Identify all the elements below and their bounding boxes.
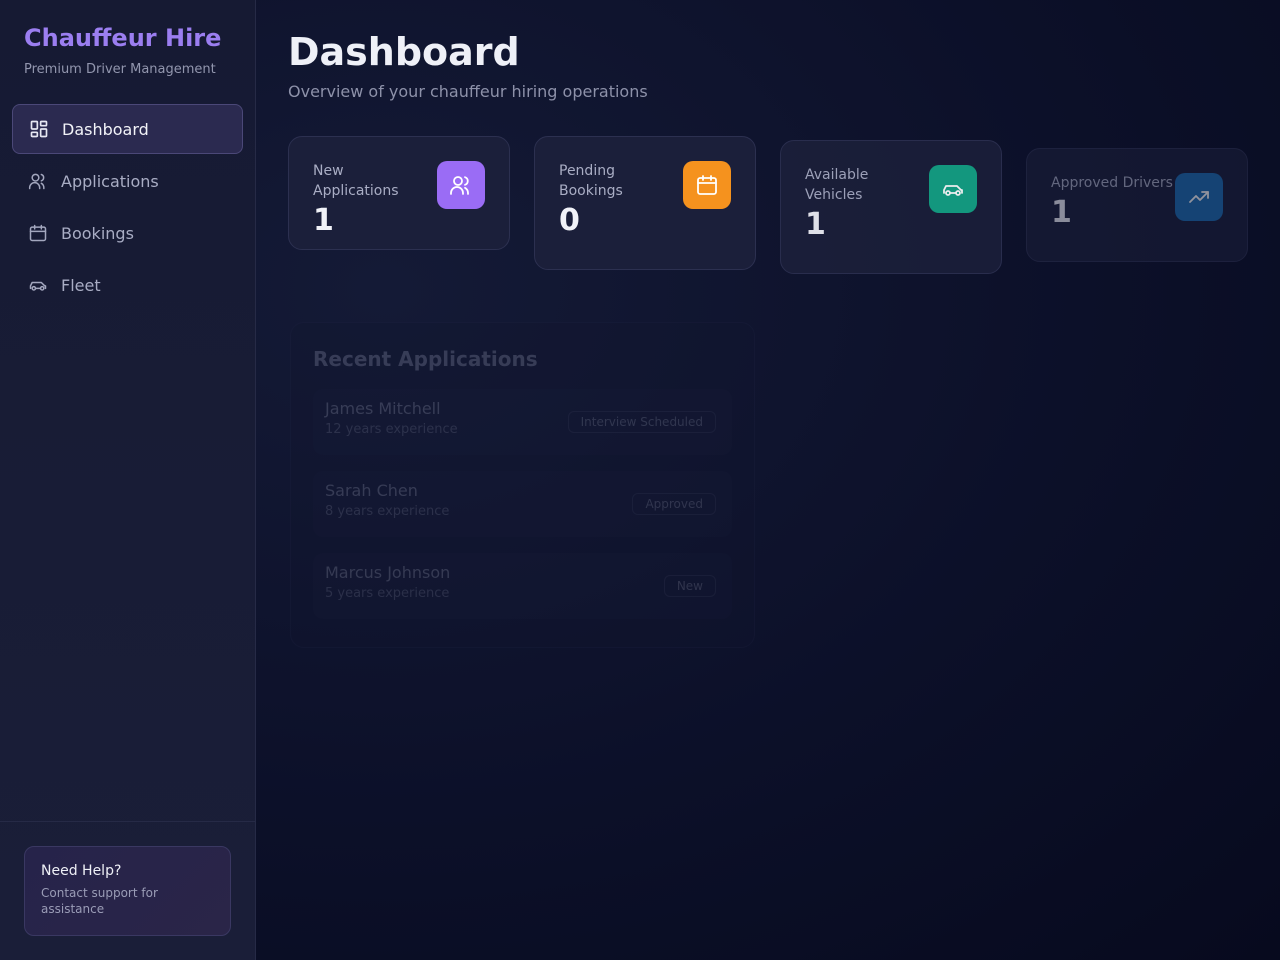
sidebar-item-label: Bookings: [61, 223, 134, 243]
stat-label: Available Vehicles: [805, 167, 869, 203]
users-icon: [28, 171, 48, 191]
sidebar-item-fleet[interactable]: Fleet: [12, 260, 243, 310]
sidebar-nav: Dashboard Applications Bookings Fleet: [12, 104, 243, 312]
list-item[interactable]: Marcus Johnson 5 years experience New: [313, 553, 732, 619]
sidebar-item-label: Applications: [61, 171, 159, 191]
stat-label: Approved Drivers: [1051, 175, 1173, 191]
help-title: Need Help?: [41, 863, 122, 879]
calendar-icon: [683, 161, 731, 209]
status-badge: Interview Scheduled: [567, 411, 716, 433]
sidebar: Chauffeur Hire Premium Driver Management…: [0, 0, 256, 960]
list-item[interactable]: James Mitchell 12 years experience Inter…: [313, 389, 732, 455]
stat-label: Pending Bookings: [559, 163, 623, 199]
sidebar-item-dashboard[interactable]: Dashboard: [12, 104, 243, 154]
users-icon: [437, 161, 485, 209]
help-card[interactable]: Need Help? Contact support for assistanc…: [24, 846, 231, 936]
list-item[interactable]: Sarah Chen 8 years experience Approved: [313, 471, 732, 537]
stat-label: New Applications: [313, 163, 399, 199]
applicant-name: Marcus Johnson: [325, 563, 451, 582]
help-text: Contact support for assistance: [41, 886, 158, 916]
car-icon: [929, 165, 977, 213]
applicant-experience: 5 years experience: [325, 586, 450, 601]
trend-up-icon: [1175, 173, 1223, 221]
stat-card-pending-bookings[interactable]: Pending Bookings 0: [534, 136, 756, 270]
brand-title: Chauffeur Hire: [24, 24, 222, 52]
stat-card-approved-drivers[interactable]: Approved Drivers 1: [1026, 148, 1248, 262]
brand-subtitle: Premium Driver Management: [24, 62, 216, 77]
sidebar-item-bookings[interactable]: Bookings: [12, 208, 243, 258]
sidebar-item-label: Fleet: [61, 275, 101, 295]
status-badge: Approved: [632, 493, 716, 515]
recent-applications-title: Recent Applications: [313, 347, 538, 371]
page-title: Dashboard: [288, 30, 520, 74]
sidebar-divider: [0, 821, 256, 822]
app-root: Chauffeur Hire Premium Driver Management…: [0, 0, 1280, 960]
stat-card-new-applications[interactable]: New Applications 1: [288, 136, 510, 250]
stat-card-available-vehicles[interactable]: Available Vehicles 1: [780, 140, 1002, 274]
calendar-icon: [28, 223, 48, 243]
dashboard-icon: [29, 119, 49, 139]
page-subtitle: Overview of your chauffeur hiring operat…: [288, 82, 648, 101]
status-badge: New: [663, 575, 716, 597]
sidebar-item-applications[interactable]: Applications: [12, 156, 243, 206]
sidebar-item-label: Dashboard: [62, 119, 149, 139]
car-icon: [28, 275, 48, 295]
recent-applications-panel: Recent Applications James Mitchell 12 ye…: [290, 322, 755, 648]
